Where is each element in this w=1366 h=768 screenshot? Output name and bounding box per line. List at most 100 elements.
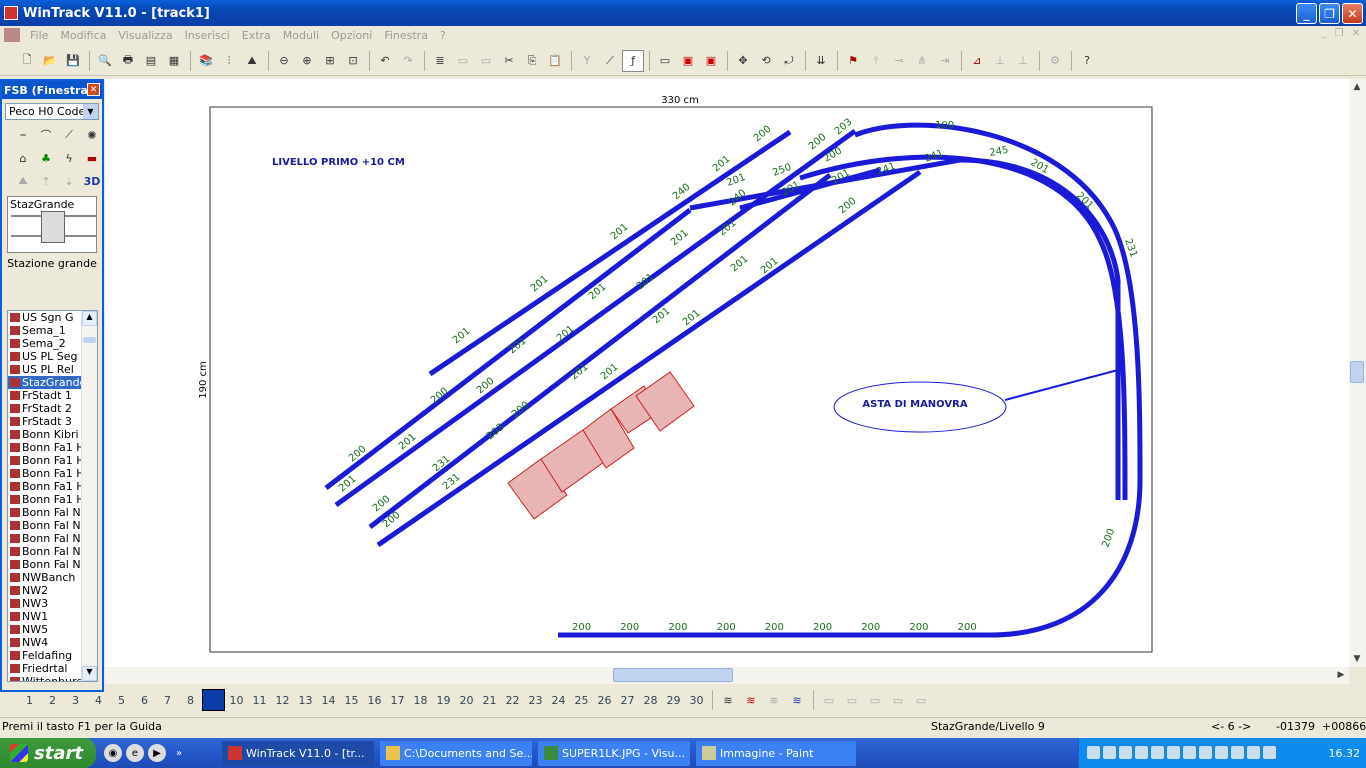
train-icon[interactable]: ▬ <box>81 147 103 169</box>
palette-close-icon[interactable]: ✕ <box>87 83 100 96</box>
scroll-down-icon[interactable]: ▼ <box>1349 651 1365 667</box>
track-split-icon[interactable]: Y <box>576 50 598 72</box>
level-button-12[interactable]: 12 <box>271 689 294 711</box>
level-button-19[interactable]: 19 <box>432 689 455 711</box>
building-icon[interactable]: ⌂ <box>12 147 34 169</box>
level-button-10[interactable]: 10 <box>225 689 248 711</box>
level-button-7[interactable]: 7 <box>156 689 179 711</box>
paste-icon[interactable]: 📋 <box>544 50 566 72</box>
track-plan[interactable]: 330 cm 190 cm LIVELLO PRIMO +10 CM ASTA … <box>105 79 1349 667</box>
zoom-all-icon[interactable]: ⊡ <box>342 50 364 72</box>
turnout-icon[interactable]: ⟋ <box>58 124 80 146</box>
tray-network-icon[interactable] <box>1087 746 1100 759</box>
tree-icon[interactable]: ♣ <box>35 147 57 169</box>
level-button-1[interactable]: 1 <box>18 689 41 711</box>
level-button-16[interactable]: 16 <box>363 689 386 711</box>
level-button-6[interactable]: 6 <box>133 689 156 711</box>
rotate-180-icon[interactable]: ⤾ <box>778 50 800 72</box>
level-button-27[interactable]: 27 <box>616 689 639 711</box>
module-4-icon[interactable]: ▭ <box>887 689 909 711</box>
print-preview-icon[interactable]: 🔍 <box>94 50 116 72</box>
ruler-icon[interactable]: ⊥ <box>989 50 1011 72</box>
level-button-21[interactable]: 21 <box>478 689 501 711</box>
mixer-icon[interactable]: ⫶ <box>218 50 240 72</box>
chevron-down-icon[interactable]: ▼ <box>83 104 98 119</box>
element-list[interactable]: US Sgn G Sema_1 Sema_2 US PL Seg US PL Rel St… <box>7 310 98 682</box>
restore-button[interactable]: ❐ <box>1319 3 1340 24</box>
horizontal-scroll-thumb[interactable] <box>613 668 733 682</box>
print-icon[interactable]: 🖶 <box>117 50 139 72</box>
level-button-3[interactable]: 3 <box>64 689 87 711</box>
layout-canvas[interactable]: 330 cm 190 cm LIVELLO PRIMO +10 CM ASTA … <box>105 79 1349 667</box>
level-button-9[interactable] <box>202 689 225 711</box>
cut-icon[interactable]: ✂ <box>498 50 520 72</box>
chevron-right-icon[interactable]: » <box>170 744 188 762</box>
landscape-tool-icon[interactable]: ⛰ <box>12 170 34 192</box>
level-button-24[interactable]: 24 <box>547 689 570 711</box>
level-button-30[interactable]: 30 <box>685 689 708 711</box>
task-paint[interactable]: Immagine - Paint <box>696 741 856 766</box>
join-icon[interactable]: ⊸ <box>888 50 910 72</box>
calculator-icon[interactable]: ▦ <box>163 50 185 72</box>
level-button-20[interactable]: 20 <box>455 689 478 711</box>
close-button[interactable]: ✕ <box>1342 3 1363 24</box>
tray-device-icon[interactable] <box>1135 746 1148 759</box>
level-button-2[interactable]: 2 <box>41 689 64 711</box>
task-explorer[interactable]: C:\Documents and Se... <box>380 741 532 766</box>
menu-inserisci[interactable]: Inserisci <box>179 29 236 42</box>
menu-moduli[interactable]: Moduli <box>277 29 325 42</box>
measure-icon[interactable]: ⊿ <box>966 50 988 72</box>
horizontal-scrollbar[interactable]: ▶ <box>105 667 1349 684</box>
start-button[interactable]: start <box>0 738 96 768</box>
task-wintrack[interactable]: WinTrack V11.0 - [tr... <box>222 741 374 766</box>
module-1-icon[interactable]: ▭ <box>818 689 840 711</box>
list-scroll-thumb[interactable] <box>83 337 96 343</box>
zoom-out-icon[interactable]: ⊖ <box>273 50 295 72</box>
tray-folder-icon[interactable] <box>1119 746 1132 759</box>
paste-page-icon[interactable]: ▭ <box>475 50 497 72</box>
view-3d-icon[interactable]: 3D <box>81 170 103 192</box>
menu-visualizza[interactable]: Visualizza <box>112 29 178 42</box>
vertical-scrollbar[interactable]: ▲ ▼ <box>1349 79 1366 667</box>
level-button-8[interactable]: 8 <box>179 689 202 711</box>
menu-finestra[interactable]: Finestra <box>378 29 434 42</box>
clock[interactable]: 16.32 <box>1329 747 1361 760</box>
level-button-25[interactable]: 25 <box>570 689 593 711</box>
raise-icon[interactable]: ⇡ <box>35 170 57 192</box>
open-folder-icon[interactable]: 📂 <box>39 50 61 72</box>
copy-icon[interactable]: ⎘ <box>521 50 543 72</box>
level-button-14[interactable]: 14 <box>317 689 340 711</box>
menu-opzioni[interactable]: Opzioni <box>325 29 378 42</box>
level-button-17[interactable]: 17 <box>386 689 409 711</box>
branch-icon[interactable]: ⋔ <box>911 50 933 72</box>
module-5-icon[interactable]: ▭ <box>910 689 932 711</box>
level-button-13[interactable]: 13 <box>294 689 317 711</box>
menu-modifica[interactable]: Modifica <box>54 29 112 42</box>
level-button-22[interactable]: 22 <box>501 689 524 711</box>
height-icon[interactable]: ⇊ <box>810 50 832 72</box>
connect-icon[interactable]: ⫯ <box>865 50 887 72</box>
scroll-down-icon[interactable]: ▼ <box>82 666 97 681</box>
library-icon[interactable]: 📚 <box>195 50 217 72</box>
ie-icon[interactable]: e <box>126 744 144 762</box>
tray-bluetooth-icon[interactable] <box>1215 746 1228 759</box>
mdi-close-button[interactable]: ✕ <box>1352 28 1360 39</box>
tray-usb-icon[interactable] <box>1231 746 1244 759</box>
media-player-icon[interactable]: ▶ <box>148 744 166 762</box>
layer-hide-icon[interactable]: ≋ <box>740 689 762 711</box>
electric-icon[interactable]: ϟ <box>58 147 80 169</box>
zoom-window-icon[interactable]: ⊞ <box>319 50 341 72</box>
tray-antivirus-icon[interactable] <box>1167 746 1180 759</box>
module-2-icon[interactable]: ▭ <box>841 689 863 711</box>
level-button-4[interactable]: 4 <box>87 689 110 711</box>
list-icon[interactable]: ≣ <box>429 50 451 72</box>
chrome-icon[interactable]: ◉ <box>104 744 122 762</box>
save-icon[interactable]: 💾 <box>62 50 84 72</box>
print-setup-icon[interactable]: ▤ <box>140 50 162 72</box>
scroll-right-icon[interactable]: ▶ <box>1333 667 1349 683</box>
rotate-icon[interactable]: ⟲ <box>755 50 777 72</box>
lower-icon[interactable]: ⇣ <box>58 170 80 192</box>
tray-search-icon[interactable] <box>1263 746 1276 759</box>
level-button-29[interactable]: 29 <box>662 689 685 711</box>
menu-file[interactable]: File <box>24 29 54 42</box>
